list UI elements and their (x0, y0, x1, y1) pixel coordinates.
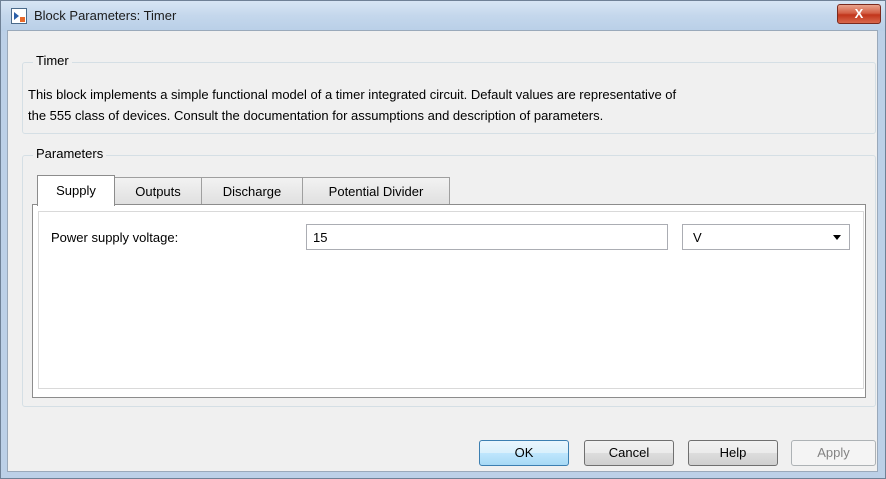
apply-button[interactable]: Apply (791, 440, 876, 466)
cancel-button[interactable]: Cancel (584, 440, 674, 466)
tab-discharge[interactable]: Discharge (201, 177, 303, 204)
description-line-2: the 555 class of devices. Consult the do… (28, 108, 604, 123)
block-description: This block implements a simple functiona… (28, 84, 878, 126)
chevron-down-icon (833, 235, 841, 240)
simulink-block-icon (11, 8, 27, 24)
parameters-group-title: Parameters (33, 146, 107, 161)
voltage-unit-select[interactable]: V (682, 224, 850, 250)
tab-potential-divider[interactable]: Potential Divider (302, 177, 450, 204)
power-supply-voltage-label: Power supply voltage: (51, 230, 179, 245)
description-group-title: Timer (33, 53, 72, 68)
tab-supply[interactable]: Supply (37, 175, 115, 206)
description-line-1: This block implements a simple functiona… (28, 87, 677, 102)
ok-button[interactable]: OK (479, 440, 569, 466)
window-title: Block Parameters: Timer (34, 8, 177, 23)
help-button[interactable]: Help (688, 440, 778, 466)
voltage-unit-value: V (693, 230, 702, 245)
power-supply-voltage-input[interactable] (306, 224, 668, 250)
title-bar[interactable]: Block Parameters: Timer X (1, 1, 885, 31)
tab-outputs[interactable]: Outputs (114, 177, 202, 204)
close-button[interactable]: X (837, 4, 881, 24)
